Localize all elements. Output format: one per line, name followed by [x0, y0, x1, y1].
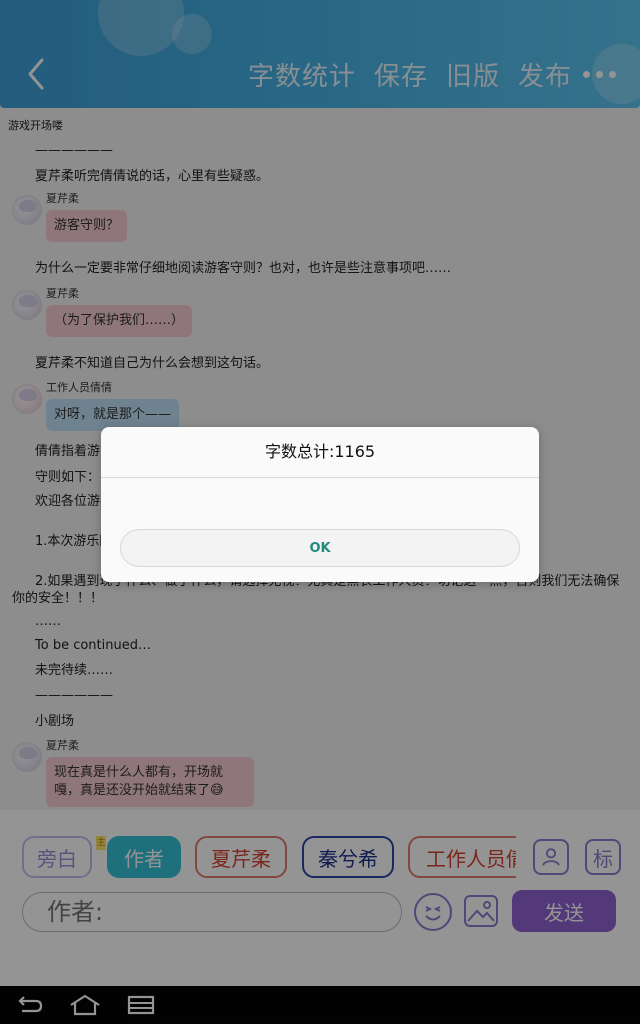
- dialog-divider: [101, 477, 539, 478]
- ok-button[interactable]: OK: [120, 529, 520, 567]
- word-count-dialog: 字数总计:1165 OK: [101, 427, 539, 582]
- dialog-title: 字数总计:1165: [264, 442, 376, 461]
